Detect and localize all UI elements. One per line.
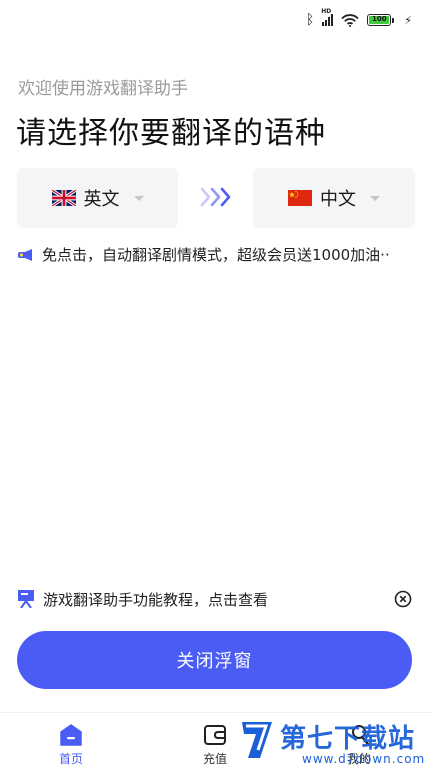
battery-icon: 100 bbox=[367, 14, 395, 26]
nav-label-recharge: 充值 bbox=[202, 752, 227, 766]
chevron-down-icon bbox=[370, 195, 380, 201]
megaphone-icon bbox=[18, 248, 32, 261]
status-bar: ᛒ HD 100 ⚡ bbox=[0, 0, 432, 42]
nav-item-mine[interactable]: 我的 bbox=[329, 723, 389, 767]
tutorial-text: 游戏翻译助手功能教程，点击查看 bbox=[43, 590, 269, 609]
page-title: 请选择你要翻译的语种 bbox=[16, 116, 326, 151]
wifi-icon bbox=[341, 13, 359, 27]
close-floating-window-button[interactable]: 关闭浮窗 bbox=[17, 631, 412, 689]
status-icons: ᛒ HD 100 ⚡ bbox=[305, 8, 412, 28]
uk-flag-icon bbox=[51, 190, 76, 206]
promo-banner[interactable]: 免点击，自动翻译剧情模式，超级会员送1000加油·· bbox=[18, 244, 414, 265]
chevron-down-icon bbox=[133, 195, 144, 201]
wallet-icon bbox=[204, 725, 226, 745]
close-circle-icon[interactable] bbox=[394, 590, 412, 608]
tutorial-banner[interactable]: 游戏翻译助手功能教程，点击查看 bbox=[18, 586, 414, 612]
nav-label-home: 首页 bbox=[58, 752, 83, 766]
lightning-icon: ⚡ bbox=[404, 13, 412, 27]
battery-level: 100 bbox=[369, 16, 390, 24]
network-type: HD bbox=[321, 8, 332, 15]
user-icon bbox=[352, 725, 370, 746]
source-language-selector[interactable]: 英文 bbox=[17, 168, 178, 228]
bottom-nav: 首页 充值 我的 bbox=[0, 712, 432, 768]
nav-label-mine: 我的 bbox=[346, 752, 371, 766]
source-language-label: 英文 bbox=[83, 189, 120, 210]
target-language-selector[interactable]: 中文 bbox=[253, 168, 415, 228]
promo-text: 免点击，自动翻译剧情模式，超级会员送1000加油·· bbox=[42, 246, 390, 264]
bluetooth-icon: ᛒ bbox=[305, 12, 315, 28]
home-icon bbox=[60, 724, 82, 746]
nav-item-home[interactable]: 首页 bbox=[41, 723, 101, 767]
signal-icon: HD bbox=[321, 8, 334, 26]
china-flag-icon bbox=[288, 190, 312, 206]
target-language-label: 中文 bbox=[320, 189, 356, 210]
welcome-subtitle: 欢迎使用游戏翻译助手 bbox=[18, 79, 188, 99]
projector-icon bbox=[18, 590, 34, 608]
triple-chevron-right-icon[interactable] bbox=[200, 186, 232, 208]
nav-item-recharge[interactable]: 充值 bbox=[185, 723, 245, 767]
